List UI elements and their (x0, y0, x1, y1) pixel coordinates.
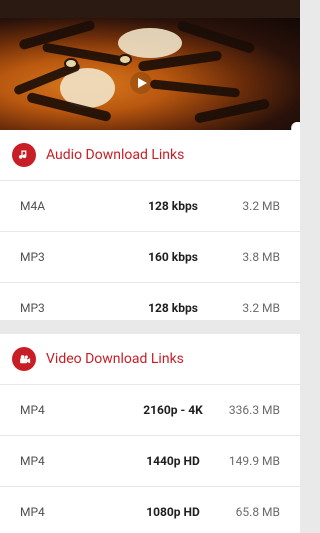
quality-label: 1080p HD (146, 505, 200, 519)
quality-label: 2160p - 4K (143, 403, 203, 417)
quality-label: 128 kbps (148, 301, 198, 315)
size-label: 3.2 MB (242, 301, 280, 315)
video-section-header: Video Download Links (0, 334, 300, 384)
size-label: 149.9 MB (228, 454, 280, 468)
video-row-1[interactable]: MP4 2160p - 4K 336.3 MB (0, 384, 300, 435)
play-icon[interactable] (129, 71, 153, 95)
format-label: MP4 (20, 403, 45, 417)
tiger-eye-right (120, 56, 130, 63)
format-label: MP4 (20, 505, 45, 519)
section-gap (0, 320, 300, 334)
format-label: MP4 (20, 454, 45, 468)
size-label: 3.8 MB (242, 250, 280, 264)
audio-links-card: Audio Download Links M4A 128 kbps 3.2 MB… (0, 130, 300, 320)
video-camera-icon (12, 347, 36, 371)
quality-label: 160 kbps (148, 250, 198, 264)
format-label: MP3 (20, 301, 45, 315)
quality-label: 128 kbps (148, 199, 198, 213)
quality-label: 1440p HD (146, 454, 200, 468)
audio-section-title: Audio Download Links (46, 147, 185, 163)
size-label: 336.3 MB (228, 403, 280, 417)
audio-row-2[interactable]: MP3 160 kbps 3.8 MB (0, 231, 300, 282)
audio-section-header: Audio Download Links (0, 130, 300, 180)
video-row-3[interactable]: MP4 1080p HD 65.8 MB (0, 486, 300, 533)
video-thumbnail[interactable] (0, 18, 300, 130)
top-status-bar (0, 0, 300, 18)
music-note-icon (12, 143, 36, 167)
format-label: MP3 (20, 250, 45, 264)
format-label: M4A (20, 199, 46, 213)
tiger-eye-left (66, 60, 76, 67)
video-links-card: Video Download Links MP4 2160p - 4K 336.… (0, 334, 300, 533)
video-section-title: Video Download Links (46, 351, 184, 367)
video-row-2[interactable]: MP4 1440p HD 149.9 MB (0, 435, 300, 486)
size-label: 3.2 MB (242, 199, 280, 213)
audio-row-1[interactable]: M4A 128 kbps 3.2 MB (0, 180, 300, 231)
size-label: 65.8 MB (235, 505, 280, 519)
